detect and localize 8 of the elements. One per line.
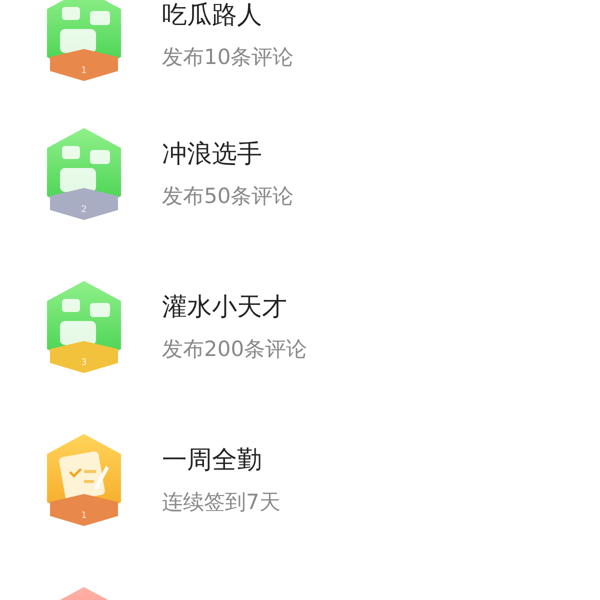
achievement-description: 发布50条评论 (162, 182, 294, 210)
achievement-title: 灌水小天才 (162, 290, 288, 322)
achievement-description: 连续签到7天 (162, 488, 280, 516)
achievement-title: 冲浪选手 (162, 138, 263, 170)
achievement-title: 一周全勤 (162, 444, 263, 476)
achievement-title: 吃瓜路人 (162, 0, 263, 30)
achievement-description: 发布200条评论 (162, 336, 308, 362)
achievement-description: 发布10条评论 (162, 44, 294, 70)
